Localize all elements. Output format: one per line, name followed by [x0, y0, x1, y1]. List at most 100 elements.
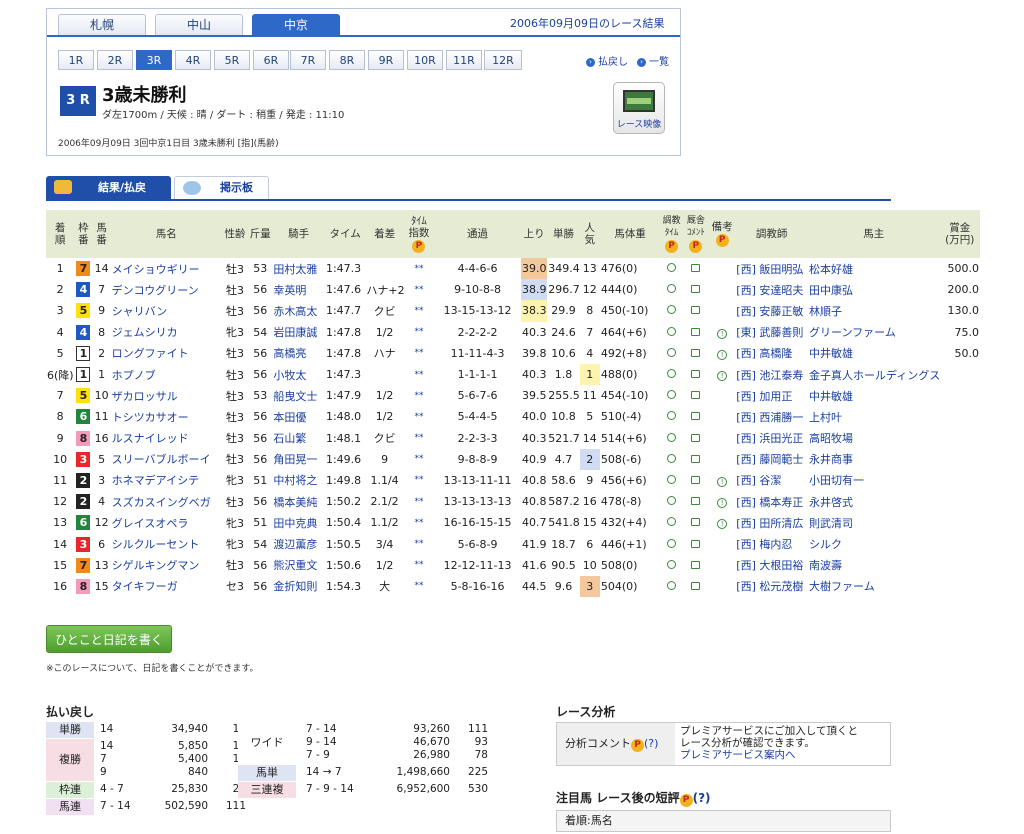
- jockey-link[interactable]: 幸英明: [272, 279, 325, 301]
- comment-bubble-icon[interactable]: [691, 348, 701, 357]
- horse-name-link[interactable]: スズカスイングベガ: [110, 491, 222, 513]
- clock-icon[interactable]: [667, 517, 677, 527]
- comment-bubble-icon[interactable]: [691, 497, 701, 506]
- remark-info-icon[interactable]: !: [717, 498, 728, 509]
- clock-icon[interactable]: [667, 538, 677, 548]
- remark-info-icon[interactable]: !: [717, 328, 728, 339]
- owner-link[interactable]: 田中康弘: [808, 279, 940, 301]
- comment-bubble-icon[interactable]: [691, 370, 701, 379]
- jockey-link[interactable]: 高橋亮: [272, 343, 325, 364]
- owner-link[interactable]: 永井商事: [808, 448, 940, 470]
- jockey-link[interactable]: 船曳文士: [272, 385, 325, 406]
- race-button-4r[interactable]: 4R: [175, 50, 211, 70]
- jockey-link[interactable]: 熊沢重文: [272, 555, 325, 576]
- race-button-10r[interactable]: 10R: [407, 50, 443, 70]
- owner-link[interactable]: 松本好雄: [808, 258, 939, 279]
- clock-icon[interactable]: [667, 496, 677, 506]
- analysis-help-link[interactable]: (?): [644, 737, 658, 750]
- comment-bubble-icon[interactable]: [691, 433, 701, 442]
- owner-link[interactable]: 高昭牧場: [808, 428, 939, 449]
- owner-link[interactable]: 大樹ファーム: [808, 575, 940, 597]
- comment-bubble-icon[interactable]: [691, 454, 701, 463]
- comment-bubble-icon[interactable]: [691, 264, 701, 273]
- trainer-link[interactable]: [西] 飯田明弘: [735, 258, 808, 279]
- clock-icon[interactable]: [667, 305, 677, 315]
- clock-icon[interactable]: [667, 580, 677, 590]
- trainer-link[interactable]: [西] 松元茂樹: [735, 575, 809, 597]
- owner-link[interactable]: 中井敏雄: [808, 343, 939, 364]
- comment-bubble-icon[interactable]: [691, 539, 701, 548]
- trainer-link[interactable]: [西] 高橋隆: [735, 343, 808, 364]
- clock-icon[interactable]: [667, 432, 677, 442]
- trainer-link[interactable]: [西] 大根田裕: [735, 555, 808, 576]
- trainer-link[interactable]: [西] 池江泰寿: [735, 363, 809, 386]
- horse-name-link[interactable]: シゲルキングマン: [111, 555, 222, 576]
- trainer-link[interactable]: [西] 浜田光正: [735, 428, 808, 449]
- trainer-link[interactable]: [東] 武藤善則: [735, 321, 809, 343]
- horse-name-link[interactable]: ホネマデアイシテ: [111, 470, 222, 491]
- clock-icon[interactable]: [667, 411, 677, 421]
- race-button-8r[interactable]: 8R: [329, 50, 365, 70]
- horse-name-link[interactable]: ルスナイレッド: [111, 428, 222, 449]
- trainer-link[interactable]: [西] 安藤正敏: [735, 300, 808, 321]
- owner-link[interactable]: 小田切有一: [808, 470, 939, 491]
- owner-link[interactable]: 則武清司: [808, 512, 939, 533]
- comment-bubble-icon[interactable]: [691, 560, 701, 569]
- clock-icon[interactable]: [667, 559, 677, 569]
- horse-name-link[interactable]: デンコウグリーン: [110, 279, 222, 301]
- jockey-link[interactable]: 金折知則: [272, 575, 325, 597]
- comment-bubble-icon[interactable]: [691, 327, 701, 336]
- comment-bubble-icon[interactable]: [691, 581, 701, 590]
- venue-tab-chukyo[interactable]: 中京: [252, 14, 340, 36]
- remark-info-icon[interactable]: !: [717, 349, 728, 360]
- owner-link[interactable]: グリーンファーム: [808, 321, 940, 343]
- race-button-1r[interactable]: 1R: [58, 50, 94, 70]
- horse-name-link[interactable]: シャリバン: [111, 300, 222, 321]
- jockey-link[interactable]: 本田優: [272, 406, 325, 428]
- owner-link[interactable]: 中井敏雄: [808, 385, 939, 406]
- clock-icon[interactable]: [667, 453, 677, 463]
- trainer-link[interactable]: [西] 田所清広: [735, 512, 808, 533]
- race-button-6r[interactable]: 6R: [253, 50, 289, 70]
- horse-name-link[interactable]: ザカロッサル: [111, 385, 222, 406]
- jockey-link[interactable]: 田村太雅: [272, 258, 325, 279]
- race-button-12r[interactable]: 12R: [484, 50, 522, 70]
- horse-name-link[interactable]: メイショウギリー: [111, 258, 222, 279]
- horse-name-link[interactable]: シルクルーセント: [110, 533, 222, 555]
- clock-icon[interactable]: [667, 263, 677, 273]
- jockey-link[interactable]: 石山繁: [272, 428, 325, 449]
- race-button-5r[interactable]: 5R: [214, 50, 250, 70]
- clock-icon[interactable]: [667, 284, 677, 294]
- race-video-button[interactable]: レース映像: [613, 82, 665, 134]
- venue-tab-nakayama[interactable]: 中山: [155, 14, 243, 36]
- horse-name-link[interactable]: タイキフーガ: [110, 575, 222, 597]
- horse-name-link[interactable]: スリーバブルボーイ: [110, 448, 222, 470]
- trainer-link[interactable]: [西] 藤岡範士: [735, 448, 809, 470]
- venue-tab-sapporo[interactable]: 札幌: [58, 14, 146, 36]
- horse-name-link[interactable]: グレイスオペラ: [111, 512, 222, 533]
- tab-message-board[interactable]: 掲示板: [174, 176, 269, 199]
- premium-service-link[interactable]: プレミアサービス案内へ: [680, 749, 890, 761]
- jockey-link[interactable]: 岩田康誠: [272, 321, 325, 343]
- jockey-link[interactable]: 田中克典: [272, 512, 325, 533]
- remark-info-icon[interactable]: !: [717, 476, 728, 487]
- owner-link[interactable]: シルク: [808, 533, 940, 555]
- jockey-link[interactable]: 角田晃一: [272, 448, 325, 470]
- trainer-link[interactable]: [西] 安達昭夫: [735, 279, 809, 301]
- remark-info-icon[interactable]: !: [717, 371, 728, 382]
- list-link[interactable]: › 一覧: [637, 53, 669, 68]
- horse-name-link[interactable]: ホプノブ: [110, 363, 222, 386]
- jockey-link[interactable]: 赤木高太: [272, 300, 325, 321]
- premium-p-icon[interactable]: P: [631, 739, 644, 752]
- owner-link[interactable]: 上村叶: [808, 406, 940, 428]
- comment-bubble-icon[interactable]: [691, 518, 701, 527]
- premium-p-icon[interactable]: P: [412, 240, 426, 253]
- jockey-link[interactable]: 小牧太: [272, 363, 325, 386]
- clock-icon[interactable]: [667, 390, 677, 400]
- owner-link[interactable]: 林順子: [808, 300, 939, 321]
- comment-bubble-icon[interactable]: [691, 412, 701, 421]
- jockey-link[interactable]: 渡辺薫彦: [272, 533, 325, 555]
- comment-bubble-icon[interactable]: [691, 391, 701, 400]
- remark-info-icon[interactable]: !: [717, 519, 728, 530]
- owner-link[interactable]: 永井啓式: [808, 491, 940, 513]
